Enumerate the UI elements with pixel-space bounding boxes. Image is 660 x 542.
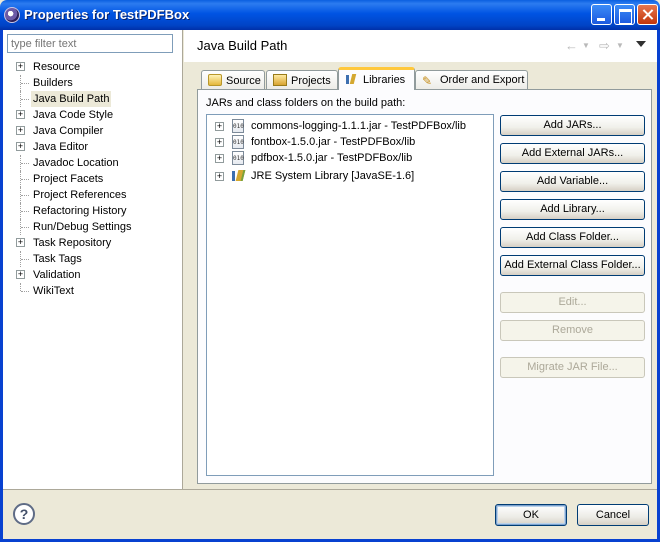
tab-projects[interactable]: Projects <box>266 70 338 90</box>
migrate-jar-file-button[interactable]: Migrate JAR File... <box>500 357 645 378</box>
jar-icon: 010 <box>232 119 244 133</box>
library-icon <box>231 170 247 182</box>
tab-source[interactable]: Source <box>201 70 265 90</box>
maximize-button[interactable] <box>614 4 635 25</box>
page-title: Java Build Path <box>197 38 288 53</box>
page-header: Java Build Path ← ▼ ⇨ ▼ <box>184 30 657 62</box>
remove-button[interactable]: Remove <box>500 320 645 341</box>
window-title: Properties for TestPDFBox <box>24 7 190 22</box>
add-class-folder-button[interactable]: Add Class Folder... <box>500 227 645 248</box>
expand-icon[interactable]: + <box>215 154 224 163</box>
expand-icon[interactable]: + <box>16 270 25 279</box>
close-button[interactable] <box>637 4 658 25</box>
edit-button[interactable]: Edit... <box>500 292 645 313</box>
jar-icon: 010 <box>232 135 244 149</box>
cancel-button[interactable]: Cancel <box>577 504 649 526</box>
expand-icon[interactable]: + <box>215 138 224 147</box>
add-library-button[interactable]: Add Library... <box>500 199 645 220</box>
expand-icon[interactable]: + <box>215 172 224 181</box>
expand-icon[interactable]: + <box>16 110 25 119</box>
forward-arrow-icon[interactable]: ⇨ <box>599 38 610 54</box>
eclipse-icon <box>4 7 20 23</box>
add-external-class-folder-button[interactable]: Add External Class Folder... <box>500 255 645 276</box>
order-export-icon: ✎ <box>422 74 433 88</box>
ok-button[interactable]: OK <box>495 504 567 526</box>
forward-dropdown-icon[interactable]: ▼ <box>616 41 624 50</box>
add-variable-button[interactable]: Add Variable... <box>500 171 645 192</box>
build-path-tree[interactable]: + 010 commons-logging-1.1.1.jar - TestPD… <box>206 114 494 476</box>
libraries-icon <box>345 73 359 85</box>
back-arrow-icon[interactable]: ← <box>565 38 578 53</box>
add-jars-button[interactable]: Add JARs... <box>500 115 645 136</box>
expand-icon[interactable]: + <box>16 62 25 71</box>
filter-input[interactable] <box>7 34 173 53</box>
jar-icon: 010 <box>232 151 244 165</box>
expand-icon[interactable]: + <box>215 122 224 131</box>
help-icon[interactable]: ? <box>13 503 35 525</box>
tab-order-and-export[interactable]: ✎ Order and Export <box>415 70 528 90</box>
expand-icon[interactable]: + <box>16 142 25 151</box>
title-bar[interactable]: Properties for TestPDFBox <box>0 0 660 30</box>
build-path-label: JARs and class folders on the build path… <box>206 97 406 109</box>
projects-icon <box>273 74 287 86</box>
expand-icon[interactable]: + <box>16 238 25 247</box>
footer-separator <box>3 489 657 490</box>
property-pages-panel: + Resource Builders Java Build Path + Ja… <box>3 30 183 489</box>
back-dropdown-icon[interactable]: ▼ <box>582 41 590 50</box>
add-external-jars-button[interactable]: Add External JARs... <box>500 143 645 164</box>
view-menu-icon[interactable] <box>636 41 646 47</box>
tab-libraries[interactable]: Libraries <box>338 67 415 90</box>
minimize-button[interactable] <box>591 4 612 25</box>
expand-icon[interactable]: + <box>16 126 25 135</box>
source-icon <box>208 74 222 86</box>
